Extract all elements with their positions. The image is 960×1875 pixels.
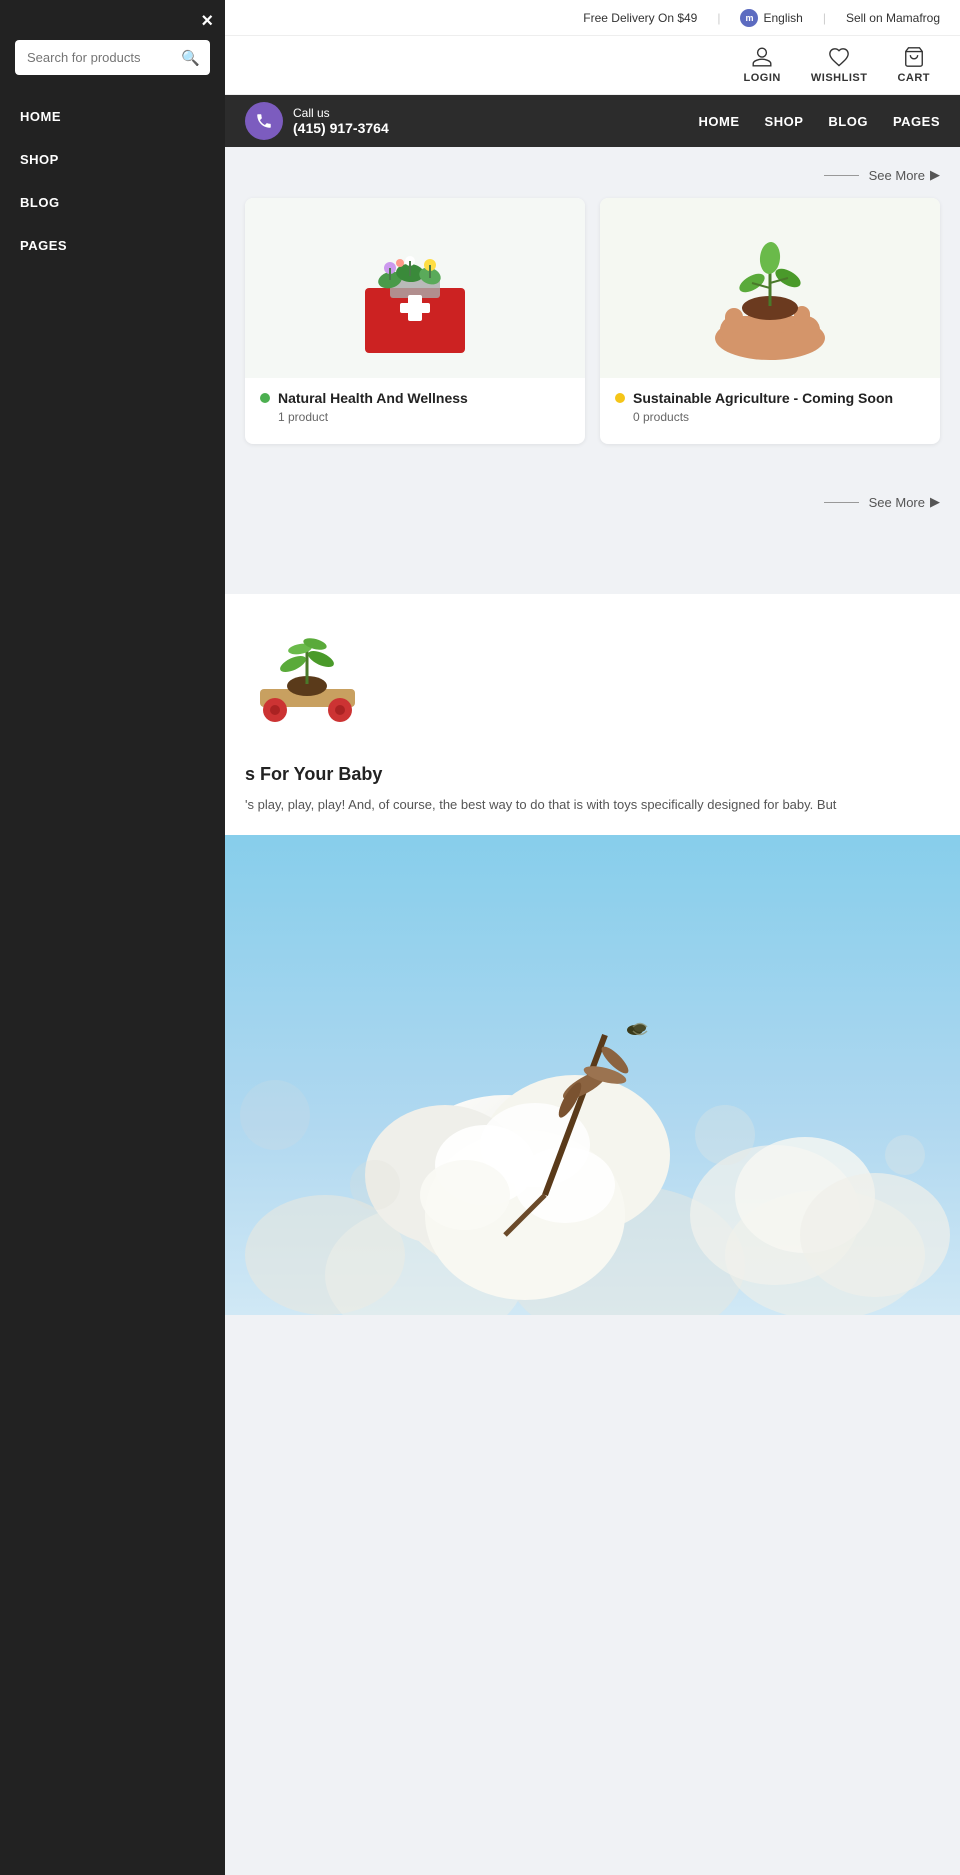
search-icon: 🔍: [181, 49, 200, 67]
language-icon: m: [740, 9, 758, 27]
heart-icon: [828, 46, 850, 68]
category-img-1: [245, 198, 585, 378]
cart-button[interactable]: CART: [897, 46, 930, 84]
divider1: |: [717, 11, 720, 25]
phone-icon: [255, 112, 273, 130]
sidebar-item-blog[interactable]: BLOG: [0, 181, 225, 224]
category-name-2: Sustainable Agriculture - Coming Soon: [615, 390, 925, 406]
cart-label: CART: [897, 72, 930, 84]
call-label: Call us: [293, 106, 389, 120]
language-selector[interactable]: m English: [740, 9, 802, 27]
cotton-field-illustration: [225, 835, 960, 1315]
category-info-1: Natural Health And Wellness 1 product: [245, 378, 585, 429]
section2: See More ▶: [225, 474, 960, 594]
cat-name-text-2: Sustainable Agriculture - Coming Soon: [633, 390, 893, 406]
divider2: |: [823, 11, 826, 25]
nav-links: HOME SHOP BLOG PAGES: [699, 109, 940, 134]
nav-home[interactable]: HOME: [699, 109, 740, 134]
cotton-section: [225, 835, 960, 1315]
cat-dot-2: [615, 393, 625, 403]
wishlist-label: WISHLIST: [811, 72, 868, 84]
top-bar: Free Delivery On $49 | m English | Sell …: [225, 0, 960, 36]
category-img-2: [600, 198, 940, 378]
see-more-line-2: [824, 502, 859, 503]
nav-bar: Call us (415) 917-3764 HOME SHOP BLOG PA…: [225, 95, 960, 147]
sidebar-item-pages[interactable]: PAGES: [0, 224, 225, 267]
blog-item: s For Your Baby 's play, play, play! And…: [245, 614, 940, 815]
sidebar-item-shop[interactable]: SHOP: [0, 138, 225, 181]
category-card-1[interactable]: Natural Health And Wellness 1 product: [245, 198, 585, 444]
see-more-link-1[interactable]: See More ▶: [824, 167, 940, 183]
blog-section: s For Your Baby 's play, play, play! And…: [225, 594, 960, 835]
cat-name-text-1: Natural Health And Wellness: [278, 390, 468, 406]
close-icon[interactable]: ×: [201, 10, 213, 33]
categories-section: See More ▶: [225, 147, 960, 474]
categories-row: Natural Health And Wellness 1 product: [245, 198, 940, 444]
nav-pages[interactable]: PAGES: [893, 109, 940, 134]
see-more-row-1: See More ▶: [245, 167, 940, 183]
category-name-1: Natural Health And Wellness: [260, 390, 570, 406]
language-label: English: [763, 11, 802, 25]
nav-blog[interactable]: BLOG: [828, 109, 868, 134]
category-card-2[interactable]: Sustainable Agriculture - Coming Soon 0 …: [600, 198, 940, 444]
category-count-1: 1 product: [278, 410, 570, 424]
login-button[interactable]: LOGIN: [744, 46, 781, 84]
see-more-label-2: See More: [869, 495, 925, 510]
see-more-row-2: See More ▶: [245, 494, 940, 510]
arrow-icon-1: ▶: [930, 167, 940, 183]
see-more-link-2[interactable]: See More ▶: [824, 494, 940, 510]
nav-shop[interactable]: SHOP: [765, 109, 804, 134]
delivery-notice: Free Delivery On $49: [583, 11, 697, 25]
hand-plant-illustration: [680, 208, 860, 368]
login-label: LOGIN: [744, 72, 781, 84]
sidebar-search-container: 🔍: [15, 40, 210, 75]
sell-link[interactable]: Sell on Mamafrog: [846, 11, 940, 25]
category-info-2: Sustainable Agriculture - Coming Soon 0 …: [600, 378, 940, 429]
see-more-line: [824, 175, 859, 176]
cart-icon: [903, 46, 925, 68]
call-text-block: Call us (415) 917-3764: [293, 106, 389, 136]
main-content: Free Delivery On $49 | m English | Sell …: [225, 0, 960, 1875]
toy-illustration-container: [245, 614, 375, 744]
blog-title: s For Your Baby: [245, 764, 940, 785]
user-icon: [751, 46, 773, 68]
toy-illustration: [245, 614, 375, 744]
category-count-2: 0 products: [633, 410, 925, 424]
sidebar-item-home[interactable]: HOME: [0, 95, 225, 138]
herb-box-illustration: [335, 208, 495, 368]
blog-excerpt: 's play, play, play! And, of course, the…: [245, 795, 940, 815]
arrow-icon-2: ▶: [930, 494, 940, 510]
cat-dot-1: [260, 393, 270, 403]
see-more-label-1: See More: [869, 168, 925, 183]
call-icon: [245, 102, 283, 140]
wishlist-button[interactable]: WISHLIST: [811, 46, 868, 84]
header-icons: LOGIN WISHLIST CART: [225, 36, 960, 95]
call-section: Call us (415) 917-3764: [245, 102, 389, 140]
sidebar: × 🔍 HOME SHOP BLOG PAGES: [0, 0, 225, 1875]
phone-number: (415) 917-3764: [293, 120, 389, 136]
sidebar-nav: HOME SHOP BLOG PAGES: [0, 95, 225, 267]
